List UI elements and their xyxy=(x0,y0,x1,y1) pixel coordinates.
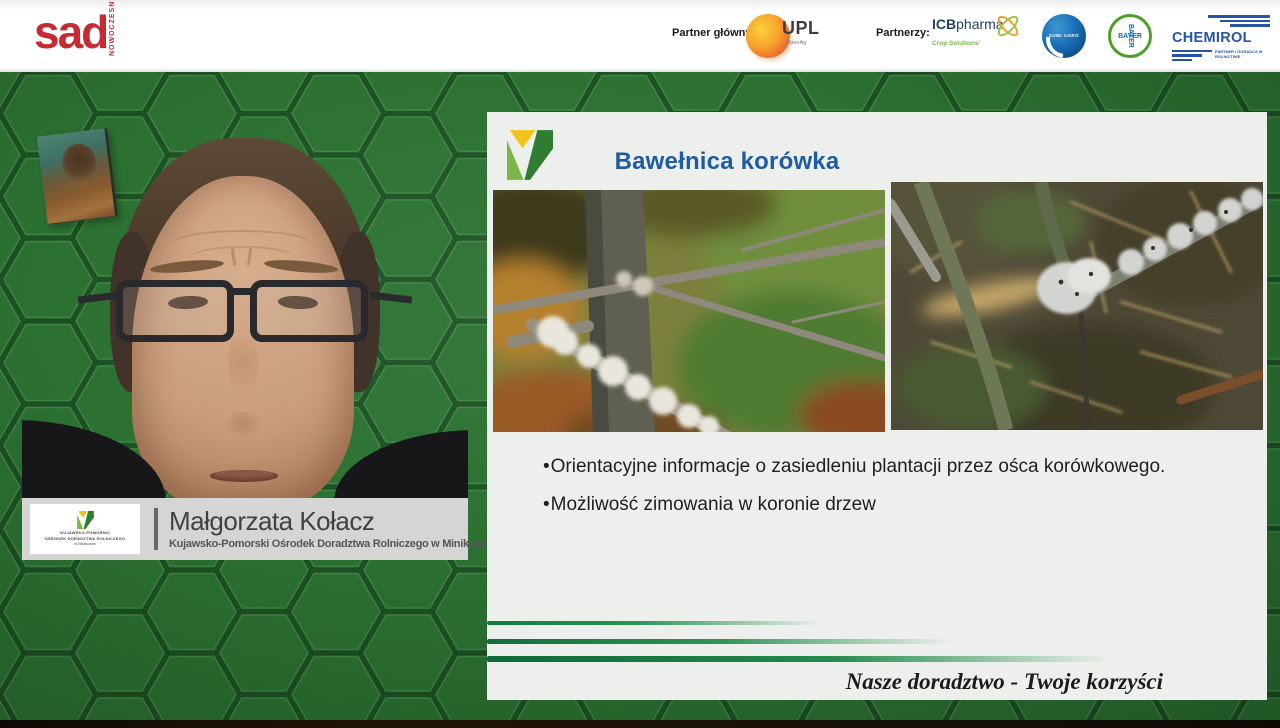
chemirol-stripes-bottom xyxy=(1172,50,1212,62)
icb-bold: ICB xyxy=(932,16,956,32)
chemirol-stripes-top xyxy=(1172,15,1270,27)
badge-line: w Minikowie xyxy=(45,541,126,546)
glasses-lens xyxy=(116,280,234,342)
upl-logo: UPL OpenAg xyxy=(746,12,832,60)
chemirol-tagline: PARTNER I DORADCA W ROLNICTWIE xyxy=(1215,49,1265,59)
bullet-marker: • xyxy=(543,494,550,515)
speaker-name: Małgorzata Kołacz xyxy=(169,508,468,535)
chemirol-footer: PARTNER I DORADCA W ROLNICTWIE xyxy=(1172,49,1270,62)
nose-shadow xyxy=(228,326,258,398)
decorative-green-line xyxy=(487,621,822,625)
glasses-lens xyxy=(250,280,368,342)
kpodr-badge-text: KUJAWSKO-POMORSKI OŚRODEK DORADZTWA ROLN… xyxy=(45,530,126,546)
photo-aphids-shoots xyxy=(891,182,1263,430)
main-partner-label: Partner główny: xyxy=(672,27,755,39)
slide-title: Bawełnica korówka xyxy=(487,148,967,176)
kpodr-badge-icon xyxy=(77,511,94,529)
slide-bullets: •Orientacyjne informacje o zasiedleniu p… xyxy=(543,456,1253,532)
partners-label: Partnerzy: xyxy=(876,27,930,39)
speaker-organization: Kujawsko-Pomorski Ośrodek Doradztwa Roln… xyxy=(169,538,468,550)
nameplate-divider xyxy=(154,508,158,550)
icbpharma-atom-icon xyxy=(994,12,1022,45)
bullet-text: Orientacyjne informacje o zasiedleniu pl… xyxy=(551,456,1166,477)
sad-logo-vertical-text: NOWOCZESNY xyxy=(109,10,116,56)
sponsor-bar: sad NOWOCZESNY Partner główny: UPL OpenA… xyxy=(0,0,1280,72)
decorative-green-line xyxy=(487,656,1112,662)
sumi-agro-swoosh-icon xyxy=(1038,12,1091,65)
sumi-agro-logo-text: SUMI AGRO xyxy=(1042,33,1086,38)
bullet-item: •Możliwość zimowania w koronie drzew xyxy=(543,494,1253,517)
speaker-mouth xyxy=(210,470,278,482)
bullet-text: Możliwość zimowania w koronie drzew xyxy=(551,494,876,515)
slide-slogan: Nasze doradztwo - Twoje korzyści xyxy=(846,669,1163,695)
speaker-shoulder xyxy=(334,430,468,498)
bullet-item: •Orientacyjne informacje o zasiedleniu p… xyxy=(543,456,1253,479)
glasses-bridge xyxy=(228,288,256,295)
bottom-letterbox-bar xyxy=(0,720,1280,728)
speaker-webcam: KUJAWSKO-POMORSKI OŚRODEK DORADZTWA ROLN… xyxy=(22,112,468,560)
presentation-slide: Bawełnica korówka xyxy=(487,112,1267,700)
bayer-cross-horizontal-text: BAYER xyxy=(1111,33,1149,40)
upl-tagline: OpenAg xyxy=(786,40,806,46)
glasses-temple xyxy=(370,291,413,303)
bayer-logo: BAYER BAYER xyxy=(1108,14,1152,58)
icbpharma-tagline: Crop Solutions' xyxy=(932,40,980,47)
kpodr-badge: KUJAWSKO-POMORSKI OŚRODEK DORADZTWA ROLN… xyxy=(30,504,140,554)
speaker-nameplate: KUJAWSKO-POMORSKI OŚRODEK DORADZTWA ROLN… xyxy=(22,498,468,560)
chemirol-logo: CHEMIROL PARTNER I DORADCA W ROLNICTWIE xyxy=(1172,15,1270,61)
decorative-green-line xyxy=(487,639,952,644)
upl-logo-text: UPL xyxy=(782,18,820,39)
webcam-video xyxy=(22,112,468,498)
stream-frame: sad NOWOCZESNY Partner główny: UPL OpenA… xyxy=(0,0,1280,728)
sad-logo-text: sad xyxy=(34,8,107,56)
icbpharma-logo-text: ICBpharma xyxy=(932,16,1004,32)
hexagon-background: KUJAWSKO-POMORSKI OŚRODEK DORADZTWA ROLN… xyxy=(0,72,1280,720)
chemirol-logo-text: CHEMIROL xyxy=(1172,30,1252,46)
sad-logo: sad NOWOCZESNY xyxy=(34,8,116,56)
wall-painting xyxy=(37,128,118,225)
nose-tip-shadow xyxy=(221,412,265,434)
icbpharma-logo: ICBpharma Crop Solutions' xyxy=(932,16,1036,60)
glasses-temple xyxy=(78,291,121,303)
sumi-agro-logo: SUMI AGRO xyxy=(1042,14,1086,58)
bullet-marker: • xyxy=(543,456,550,477)
nameplate-text: Małgorzata Kołacz Kujawsko-Pomorski Ośro… xyxy=(169,508,468,550)
photo-aphids-orchard xyxy=(493,190,885,432)
